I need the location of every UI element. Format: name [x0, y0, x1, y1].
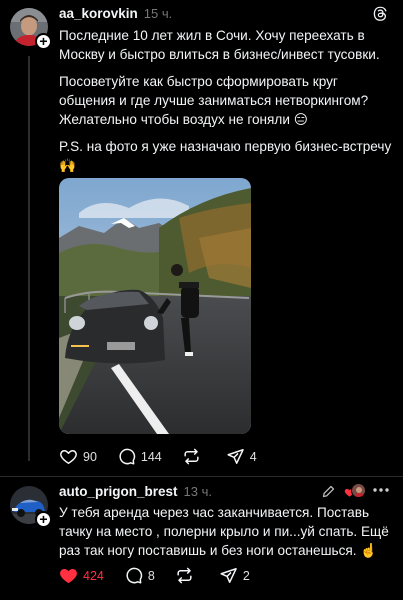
heart-icon — [60, 569, 77, 583]
post-actions: 424 8 2 — [59, 566, 270, 585]
post-photo[interactable] — [59, 178, 251, 434]
comment-count: 8 — [147, 568, 155, 583]
comment-button[interactable]: 144 — [117, 447, 162, 466]
username[interactable]: aa_korovkin — [59, 6, 138, 21]
like-button[interactable]: 90 — [59, 447, 97, 466]
repost-icon — [177, 567, 192, 584]
follow-plus-icon[interactable]: + — [35, 33, 52, 50]
like-count: 90 — [83, 449, 97, 464]
reply-post: + auto_prigon_brest 13 ч. У тебя аренда … — [0, 478, 403, 600]
repost-button[interactable] — [175, 566, 199, 585]
comment-icon — [126, 567, 143, 584]
reply-text: У тебя аренда через час заканчивается. П… — [59, 505, 389, 558]
heart-icon — [60, 450, 77, 464]
comment-count: 144 — [140, 449, 162, 464]
repost-icon — [184, 448, 199, 465]
post-actions: 90 144 4 — [59, 447, 277, 466]
like-count: 424 — [83, 568, 104, 583]
liked-by-author-badge — [344, 483, 366, 499]
comment-button[interactable]: 8 — [124, 566, 155, 585]
share-icon — [227, 449, 244, 464]
share-button[interactable]: 4 — [226, 447, 257, 466]
timestamp: 15 ч. — [143, 6, 173, 21]
post-text-paragraph: Последние 10 лет жил в Сочи. Хочу переех… — [59, 28, 380, 62]
share-count: 4 — [249, 449, 257, 464]
share-icon — [220, 568, 237, 583]
more-icon[interactable] — [372, 487, 390, 493]
avatar — [351, 483, 366, 498]
share-count: 2 — [242, 568, 250, 583]
post-divider — [0, 476, 403, 477]
post-header: auto_prigon_brest 13 ч. — [59, 484, 212, 499]
pencil-icon[interactable] — [321, 484, 336, 499]
like-button[interactable]: 424 — [59, 566, 104, 585]
thread-post: + aa_korovkin 15 ч. Последние 10 лет жил… — [0, 0, 403, 478]
threads-logo-icon[interactable] — [372, 5, 388, 22]
follow-plus-icon[interactable]: + — [35, 511, 52, 528]
share-button[interactable]: 2 — [219, 566, 250, 585]
timestamp: 13 ч. — [183, 484, 212, 499]
post-text-paragraph: Посоветуйте как быстро сформировать круг… — [59, 74, 369, 127]
post-text-paragraph: P.S. на фото я уже назначаю первую бизне… — [59, 139, 392, 173]
comment-icon — [119, 448, 136, 465]
repost-button[interactable] — [182, 447, 206, 466]
thread-connector-line — [28, 56, 30, 461]
post-header: aa_korovkin 15 ч. — [59, 6, 172, 21]
username[interactable]: auto_prigon_brest — [59, 484, 178, 499]
